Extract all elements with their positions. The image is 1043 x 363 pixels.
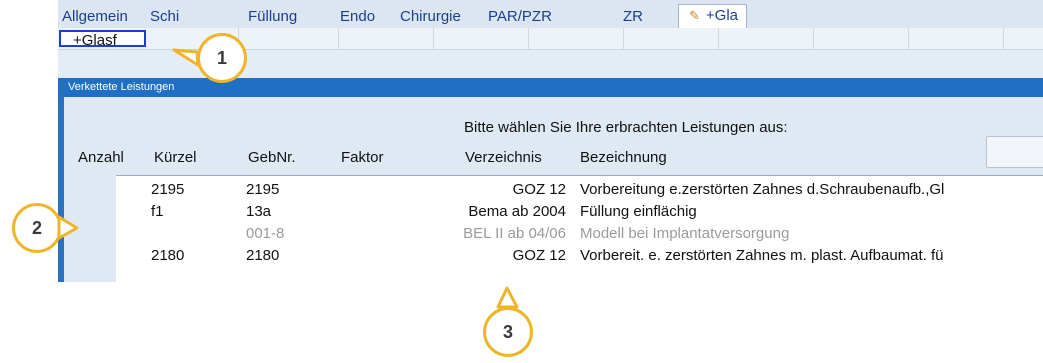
callout-3-pointer xyxy=(496,286,519,309)
dialog-title: Verkettete Leistungen xyxy=(68,81,175,93)
callout-3: 3 xyxy=(483,307,533,357)
cell-bezeichnung: Füllung einflächig xyxy=(580,203,697,220)
dialog-prompt: Bitte wählen Sie Ihre erbrachten Leistun… xyxy=(464,119,788,136)
column-header-bezeichnung[interactable]: Bezeichnung xyxy=(580,149,667,166)
toolbar-cell[interactable] xyxy=(908,28,1004,49)
cell-gebnr: 2195 xyxy=(246,181,280,198)
cell-gebnr: 001-8 xyxy=(246,225,285,242)
dialog-border xyxy=(58,97,64,282)
list-row[interactable]: 001-8 BEL II ab 04/06 Modell bei Implant… xyxy=(116,223,1043,245)
callout-1: 1 xyxy=(197,33,247,83)
cell-kuerzel: f1 xyxy=(151,203,164,220)
service-list: 2195 2195 GOZ 12 Vorbereitung e.zerstört… xyxy=(116,175,1043,283)
list-row[interactable]: 2180 2180 GOZ 12 Vorbereit. e. zerstörte… xyxy=(116,245,1043,267)
tab-glas[interactable]: ✎ +Gla xyxy=(678,4,748,28)
toolbar-cell[interactable] xyxy=(813,28,909,49)
cell-kuerzel: 2180 xyxy=(151,247,185,264)
tab-endo[interactable]: Endo xyxy=(340,8,375,25)
cell-verzeichnis: Bema ab 2004 xyxy=(468,203,566,220)
tab-chirurgie[interactable]: Chirurgie xyxy=(400,8,461,25)
tab-schienen[interactable]: Schi xyxy=(150,8,179,25)
column-header-gebnr[interactable]: GebNr. xyxy=(248,149,296,166)
cell-verzeichnis: GOZ 12 xyxy=(512,247,566,264)
cell-bezeichnung: Modell bei Implantatversorgung xyxy=(580,225,790,242)
callout-2: 2 xyxy=(12,203,62,253)
pencil-icon: ✎ xyxy=(689,8,700,23)
tab-fuellung[interactable]: Füllung xyxy=(248,8,297,25)
tab-allgemein[interactable]: Allgemein xyxy=(62,8,128,25)
dialog-title-bar: Verkettete Leistungen xyxy=(58,78,1043,97)
cell-verzeichnis: BEL II ab 04/06 xyxy=(463,225,566,242)
toolbar-cell[interactable] xyxy=(433,28,529,49)
cell-gebnr: 2180 xyxy=(246,247,280,264)
column-header-faktor[interactable]: Faktor xyxy=(341,149,384,166)
tab-par-pzr[interactable]: PAR/PZR xyxy=(488,8,552,25)
cell-kuerzel: 2195 xyxy=(151,181,185,198)
toolbar-cell[interactable] xyxy=(718,28,814,49)
tab-zr[interactable]: ZR xyxy=(623,8,643,25)
column-header-anzahl[interactable]: Anzahl xyxy=(78,149,124,166)
cell-gebnr: 13a xyxy=(246,203,272,220)
toolbar-cell[interactable] xyxy=(238,28,339,49)
list-row[interactable]: 2195 2195 GOZ 12 Vorbereitung e.zerstört… xyxy=(116,179,1043,201)
cell-bezeichnung: Vorbereit. e. zerstörten Zahnes m. plast… xyxy=(580,247,944,264)
tab-glas-label: +Gla xyxy=(705,7,739,24)
list-row[interactable]: f1 13a Bema ab 2004 Füllung einflächig xyxy=(116,201,1043,223)
glasf-button[interactable]: +Glasf xyxy=(59,30,146,49)
dialog-button[interactable] xyxy=(986,136,1043,168)
toolbar-cell[interactable] xyxy=(528,28,624,49)
tab-bar: Allgemein Schi Füllung Endo Chirurgie PA… xyxy=(58,0,1043,28)
toolbar-cell[interactable] xyxy=(623,28,719,49)
column-header-verzeichnis[interactable]: Verzeichnis xyxy=(465,149,542,166)
column-header-kuerzel[interactable]: Kürzel xyxy=(154,149,197,166)
cell-verzeichnis: GOZ 12 xyxy=(512,181,566,198)
toolbar-cell[interactable] xyxy=(338,28,434,49)
cell-bezeichnung: Vorbereitung e.zerstörten Zahnes d.Schra… xyxy=(580,181,945,198)
